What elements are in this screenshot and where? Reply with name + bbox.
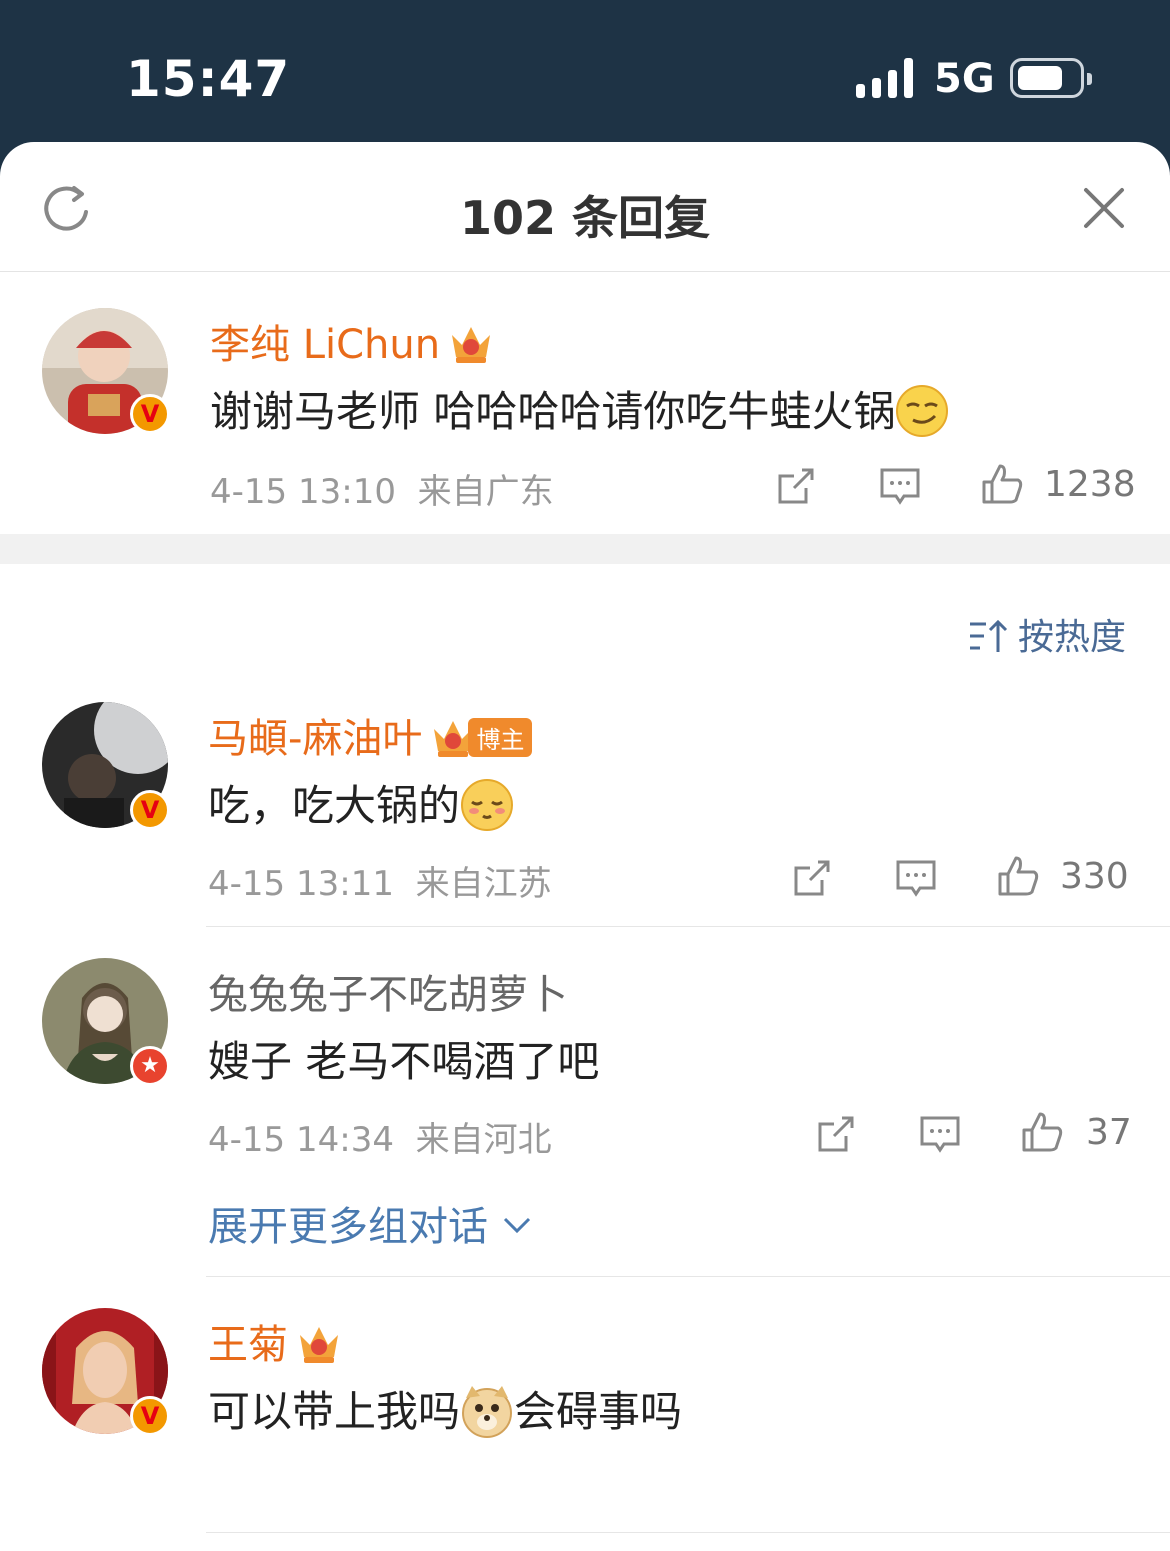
reply-icon[interactable] <box>878 464 922 508</box>
reply-icon[interactable] <box>918 1112 962 1156</box>
repost-icon[interactable] <box>814 1112 858 1156</box>
sheet-header: 102 条回复 <box>0 142 1170 272</box>
divider <box>206 1276 1170 1277</box>
comment-location: 来自广东 <box>417 472 554 512</box>
comment-text-body: 可以带上我吗 <box>208 1387 461 1436</box>
comment-location: 来自江苏 <box>415 864 552 904</box>
chevron-down-icon <box>503 1217 531 1234</box>
replies-sheet: 102 条回复 V 李纯 LiChun 谢谢马老师 哈哈哈哈请你吃牛蛙火锅 4-… <box>0 142 1170 1551</box>
like-icon[interactable] <box>980 462 1024 506</box>
expand-label[interactable]: 展开更多组对话 <box>208 1204 488 1250</box>
signal-icon <box>856 58 914 98</box>
like-count: 37 <box>1086 1112 1132 1153</box>
like-count: 1238 <box>1044 464 1136 505</box>
verified-badge-icon: V <box>130 1396 170 1436</box>
username[interactable]: 李纯 LiChun <box>210 312 494 370</box>
verified-badge-icon: V <box>130 790 170 830</box>
sort-label[interactable]: 按热度 <box>1018 617 1126 658</box>
comment-date: 4-15 14:34 <box>208 1120 394 1160</box>
section-separator <box>0 534 1170 564</box>
battery-icon <box>1010 58 1092 98</box>
comment-date: 4-15 13:10 <box>210 472 396 512</box>
comment-meta: 4-15 13:11 来自江苏 <box>208 856 552 905</box>
comment-text: 嫂子 老马不喝酒了吧 <box>208 1028 599 1089</box>
shy-emoji-icon <box>461 778 514 831</box>
comment-date: 4-15 13:11 <box>208 864 394 904</box>
crown-icon <box>452 327 491 363</box>
username-text[interactable]: 马頔-麻油叶 <box>208 716 422 762</box>
repost-icon[interactable] <box>774 464 818 508</box>
sort-icon <box>969 619 1008 652</box>
username-text[interactable]: 兔兔兔子不吃胡萝卜 <box>208 972 568 1018</box>
star-badge-icon: ★ <box>130 1046 170 1086</box>
comment-location: 来自河北 <box>415 1120 552 1160</box>
verified-badge-icon: V <box>130 394 170 434</box>
expand-more-button[interactable]: 展开更多组对话 <box>208 1194 532 1252</box>
comment-text: 谢谢马老师 哈哈哈哈请你吃牛蛙火锅 <box>210 378 949 442</box>
comment-text-body: 谢谢马老师 哈哈哈哈请你吃牛蛙火锅 <box>210 387 896 436</box>
like-count: 330 <box>1060 856 1129 897</box>
sort-button[interactable]: 按热度 <box>968 608 1126 660</box>
close-icon[interactable] <box>1082 186 1126 230</box>
comment-text-tail: 会碍事吗 <box>514 1387 683 1436</box>
comment-text-body: 吃，吃大锅的 <box>208 781 461 830</box>
crown-icon <box>300 1327 338 1363</box>
comment-text-body: 嫂子 老马不喝酒了吧 <box>208 1037 600 1086</box>
comment-meta: 4-15 14:34 来自河北 <box>208 1112 552 1161</box>
network-type: 5G <box>934 56 995 102</box>
status-bar: 15:47 5G <box>0 0 1170 150</box>
comment-text: 吃，吃大锅的 <box>208 772 514 836</box>
username[interactable]: 马頔-麻油叶 博主 <box>208 706 533 764</box>
status-time: 15:47 <box>126 50 291 108</box>
repost-icon[interactable] <box>790 856 834 900</box>
reply-icon[interactable] <box>894 856 938 900</box>
username[interactable]: 兔兔兔子不吃胡萝卜 <box>208 962 568 1020</box>
sheet-title: 102 条回复 <box>459 191 711 245</box>
divider <box>206 926 1170 927</box>
like-icon[interactable] <box>996 854 1040 898</box>
like-icon[interactable] <box>1020 1110 1064 1154</box>
username-text[interactable]: 王菊 <box>208 1322 288 1368</box>
username-text[interactable]: 李纯 LiChun <box>210 322 440 368</box>
author-tag: 博主 <box>468 717 533 757</box>
divider <box>206 1532 1170 1533</box>
smirk-emoji-icon <box>896 384 949 437</box>
username[interactable]: 王菊 <box>208 1312 342 1370</box>
comment-text: 可以带上我吗 会碍事吗 <box>208 1378 682 1442</box>
comment-meta: 4-15 13:10 来自广东 <box>210 464 554 513</box>
doge-emoji-icon <box>462 1385 513 1438</box>
